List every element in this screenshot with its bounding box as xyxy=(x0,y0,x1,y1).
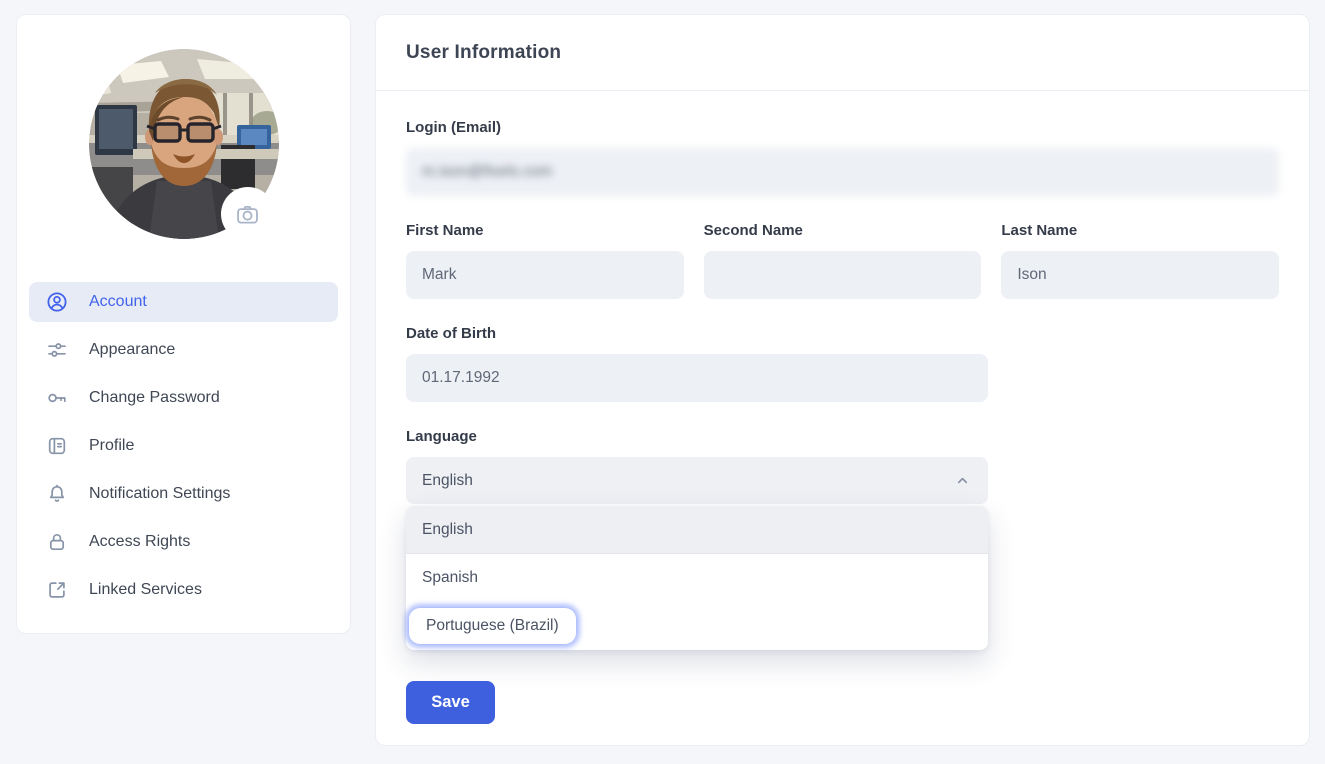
camera-icon xyxy=(237,205,258,223)
first-name-field-group: First Name xyxy=(406,222,684,299)
lock-icon xyxy=(49,533,65,551)
language-select-value: English xyxy=(422,471,473,489)
user-circle-icon xyxy=(47,292,67,312)
user-information-card: User Information Login (Email) First Nam… xyxy=(375,14,1310,746)
sidebar-item-notification-settings[interactable]: Notification Settings xyxy=(29,474,338,514)
chevron-up-icon xyxy=(957,477,968,484)
second-name-input[interactable] xyxy=(703,251,982,299)
login-label: Login (Email) xyxy=(406,119,501,136)
user-information-form: Login (Email) First Name Second Name Las… xyxy=(376,91,1309,724)
language-field-group: Language English English Spanish Portugu… xyxy=(406,428,1279,650)
sidebar-item-change-password[interactable]: Change Password xyxy=(29,378,338,418)
language-label: Language xyxy=(406,428,477,445)
card-header: User Information xyxy=(376,15,1309,91)
sidebar-item-label: Linked Services xyxy=(89,581,202,598)
sidebar-item-label: Change Password xyxy=(89,389,220,406)
second-name-field-group: Second Name xyxy=(703,222,982,299)
sidebar-item-account[interactable]: Account xyxy=(29,282,338,322)
language-select[interactable]: English xyxy=(406,457,988,504)
login-field-group: Login (Email) xyxy=(406,119,1279,196)
page-title: User Information xyxy=(406,41,562,63)
id-card-icon xyxy=(48,437,66,455)
sidebar-item-label: Appearance xyxy=(89,341,176,358)
sidebar-item-label: Profile xyxy=(89,437,135,454)
last-name-input[interactable] xyxy=(1001,251,1280,299)
key-icon xyxy=(48,393,66,403)
first-name-label: First Name xyxy=(406,222,484,239)
dob-field-group: Date of Birth xyxy=(406,325,1279,402)
language-option-spanish[interactable]: Spanish xyxy=(406,554,988,602)
first-name-input[interactable] xyxy=(406,251,684,299)
second-name-label: Second Name xyxy=(703,222,803,239)
language-option-portuguese-brazil[interactable]: Portuguese (Brazil) xyxy=(406,602,988,650)
language-dropdown: English Spanish Portuguese (Brazil) xyxy=(406,506,988,650)
bell-icon xyxy=(49,484,65,502)
sidebar-menu: Account Appearance Change Password Profi… xyxy=(29,282,338,610)
name-fields-row: First Name Second Name Last Name xyxy=(406,222,1280,299)
sidebar-item-linked-services[interactable]: Linked Services xyxy=(29,570,338,610)
last-name-field-group: Last Name xyxy=(1001,222,1280,299)
save-button[interactable]: Save xyxy=(406,681,495,724)
date-of-birth-input[interactable] xyxy=(406,354,988,402)
option-label: Spanish xyxy=(422,569,479,586)
language-option-english[interactable]: English xyxy=(406,506,988,554)
external-link-icon xyxy=(49,582,65,598)
avatar xyxy=(88,49,279,241)
sidebar-item-appearance[interactable]: Appearance xyxy=(29,330,338,370)
sliders-icon xyxy=(48,343,66,357)
dob-label: Date of Birth xyxy=(406,325,496,342)
sidebar-item-label: Notification Settings xyxy=(89,485,231,502)
sidebar-item-label: Account xyxy=(89,293,147,310)
sidebar-item-profile[interactable]: Profile xyxy=(29,426,338,466)
focused-option-highlight: Portuguese (Brazil) xyxy=(408,607,577,645)
login-email-input[interactable] xyxy=(406,148,1279,196)
sidebar-item-access-rights[interactable]: Access Rights xyxy=(29,522,338,562)
sidebar-item-label: Access Rights xyxy=(89,533,191,550)
change-photo-button[interactable] xyxy=(220,187,275,241)
last-name-label: Last Name xyxy=(1001,222,1078,239)
option-label: English xyxy=(422,520,473,538)
sidebar-card: Account Appearance Change Password Profi… xyxy=(16,14,351,634)
